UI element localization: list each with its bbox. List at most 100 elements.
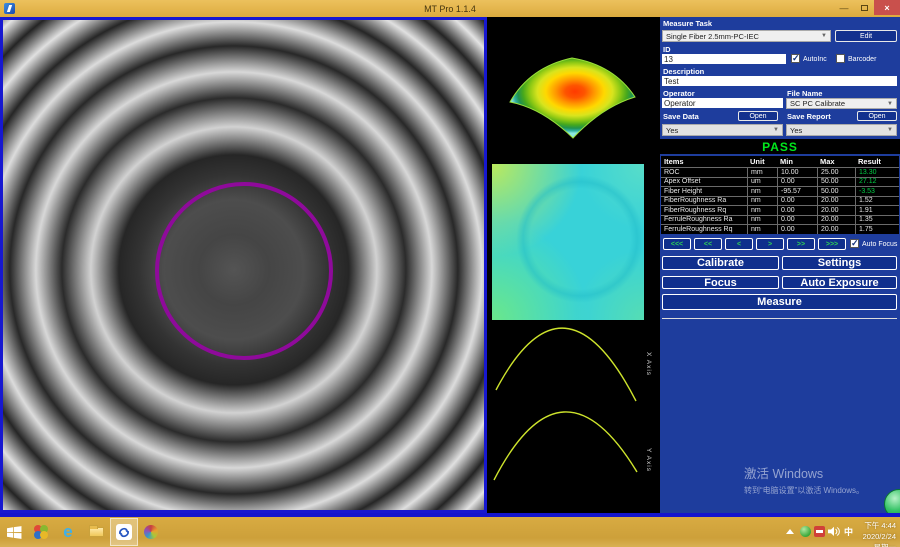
header-items: Items xyxy=(661,156,747,167)
cell-result: 1.75 xyxy=(855,225,899,234)
cell-item: Fiber Height xyxy=(661,187,747,196)
measure-button[interactable]: Measure xyxy=(662,294,897,310)
cell-item: ROC xyxy=(661,168,747,177)
cell-max: 20.00 xyxy=(817,216,855,225)
table-row[interactable]: Fiber Heightnm-95.5750.00-3.53 xyxy=(661,186,899,196)
cell-result: 1.52 xyxy=(855,197,899,206)
auto-focus-label: Auto Focus xyxy=(862,241,897,248)
save-data-select[interactable]: Yes ▼ xyxy=(662,124,783,136)
color-wheel-icon xyxy=(144,525,158,539)
cell-item: FiberRoughness Ra xyxy=(661,197,747,206)
save-data-value: Yes xyxy=(666,126,678,135)
table-row[interactable]: FerruleRoughness Rqnm0.0020.001.75 xyxy=(661,224,899,234)
speaker-icon[interactable] xyxy=(828,526,840,537)
nav-button[interactable]: < xyxy=(725,238,753,250)
cell-min: 10.00 xyxy=(777,168,817,177)
hidden-icons-chevron[interactable] xyxy=(786,529,794,534)
taskbar-clock[interactable]: 下午 4:44 2020/2/24 星期一 xyxy=(863,520,896,547)
cell-result: 13.30 xyxy=(855,168,899,177)
auto-focus-checkbox[interactable] xyxy=(850,239,859,248)
y-profile-plot xyxy=(489,408,647,496)
status-bar: PASS xyxy=(660,139,900,154)
results-table-body: ROCmm10.0025.0013.30Apex Offsetum0.0050.… xyxy=(661,167,899,234)
header-unit: Unit xyxy=(747,156,777,167)
header-min: Min xyxy=(777,156,817,167)
table-row[interactable]: FiberRoughness Rqnm0.0020.001.91 xyxy=(661,205,899,215)
taskbar-app-colorballs-icon[interactable] xyxy=(30,521,52,543)
minimize-button[interactable]: — xyxy=(834,0,854,15)
tray-antivirus-icon[interactable] xyxy=(800,526,811,537)
measure-task-label: Measure Task xyxy=(663,19,712,28)
auto-exposure-button[interactable]: Auto Exposure xyxy=(782,276,897,289)
table-row[interactable]: ROCmm10.0025.0013.30 xyxy=(661,167,899,177)
control-panel: Measure Task Single Fiber 2.5mm-PC-IEC ▼… xyxy=(660,17,900,513)
save-report-open-button[interactable]: Open xyxy=(857,111,897,121)
measure-task-select[interactable]: Single Fiber 2.5mm-PC-IEC ▼ xyxy=(662,30,831,42)
clock-time: 下午 4:44 xyxy=(863,520,896,531)
edit-button[interactable]: Edit xyxy=(835,30,897,42)
focus-button[interactable]: Focus xyxy=(662,276,779,289)
nav-button[interactable]: << xyxy=(694,238,722,250)
taskbar-paint-app-icon[interactable] xyxy=(140,521,162,543)
taskbar-mtpro-active-icon[interactable] xyxy=(110,518,138,546)
operator-input[interactable] xyxy=(662,98,783,108)
cell-min: -95.57 xyxy=(777,187,817,196)
save-data-open-button[interactable]: Open xyxy=(738,111,778,121)
nav-button[interactable]: >>> xyxy=(818,238,846,250)
folder-icon xyxy=(89,527,104,537)
taskbar: e xyxy=(0,517,900,547)
taskbar-explorer-icon[interactable] xyxy=(85,521,107,543)
ime-icon[interactable]: 中 xyxy=(844,525,853,538)
chevron-down-icon: ▼ xyxy=(773,127,779,133)
start-button[interactable] xyxy=(3,521,25,543)
table-row[interactable]: FerruleRoughness Ranm0.0020.001.35 xyxy=(661,215,899,225)
description-input[interactable] xyxy=(662,76,897,86)
table-row[interactable]: Apex Offsetum0.0050.0027.12 xyxy=(661,177,899,187)
cell-max: 50.00 xyxy=(817,187,855,196)
nav-button[interactable]: >> xyxy=(787,238,815,250)
cell-min: 0.00 xyxy=(777,206,817,215)
visualization-column: X Axis Y Axis xyxy=(487,17,660,513)
table-row[interactable]: FiberRoughness Ranm0.0020.001.52 xyxy=(661,196,899,206)
tray-alert-icon[interactable] xyxy=(814,526,825,537)
phase-heatmap xyxy=(492,164,644,320)
measure-task-value: Single Fiber 2.5mm-PC-IEC xyxy=(666,32,759,41)
maximize-button[interactable] xyxy=(854,0,874,15)
colorballs-icon xyxy=(34,525,48,539)
cell-unit: mm xyxy=(747,168,777,177)
autoinc-checkbox[interactable] xyxy=(791,54,800,63)
calibrate-button[interactable]: Calibrate xyxy=(662,256,779,270)
clock-date: 2020/2/24 星期一 xyxy=(863,531,896,547)
autoinc-label: AutoInc xyxy=(803,56,827,63)
cell-unit: nm xyxy=(747,206,777,215)
nav-button[interactable]: <<< xyxy=(663,238,691,250)
save-report-select[interactable]: Yes ▼ xyxy=(786,124,897,136)
table-header: Items Unit Min Max Result xyxy=(661,156,899,167)
file-name-select[interactable]: SC PC Calibrate ▼ xyxy=(786,98,897,109)
cell-min: 0.00 xyxy=(777,197,817,206)
cell-min: 0.00 xyxy=(777,225,817,234)
cell-unit: um xyxy=(747,178,777,187)
header-max: Max xyxy=(817,156,855,167)
taskbar-ie-icon[interactable]: e xyxy=(57,521,79,543)
screen: MT Pro 1.1.4 — × xyxy=(0,0,900,547)
close-button[interactable]: × xyxy=(874,0,900,15)
operator-label: Operator xyxy=(663,89,695,98)
cell-min: 0.00 xyxy=(777,216,817,225)
cell-item: FiberRoughness Rq xyxy=(661,206,747,215)
cell-max: 20.00 xyxy=(817,206,855,215)
barcode-label: Barcoder xyxy=(848,56,876,63)
mtpro-app-icon xyxy=(116,524,132,540)
cell-unit: nm xyxy=(747,225,777,234)
window-title: MT Pro 1.1.4 xyxy=(0,4,900,14)
settings-button[interactable]: Settings xyxy=(782,256,897,270)
nav-button[interactable]: > xyxy=(756,238,784,250)
x-axis-label: X Axis xyxy=(645,352,652,376)
windows-logo-icon xyxy=(7,526,22,539)
id-input[interactable] xyxy=(662,54,786,64)
cell-max: 50.00 xyxy=(817,178,855,187)
barcode-checkbox[interactable] xyxy=(836,54,845,63)
save-report-value: Yes xyxy=(790,126,802,135)
results-table: Items Unit Min Max Result ROCmm10.0025.0… xyxy=(661,156,899,234)
cell-result: -3.53 xyxy=(855,187,899,196)
